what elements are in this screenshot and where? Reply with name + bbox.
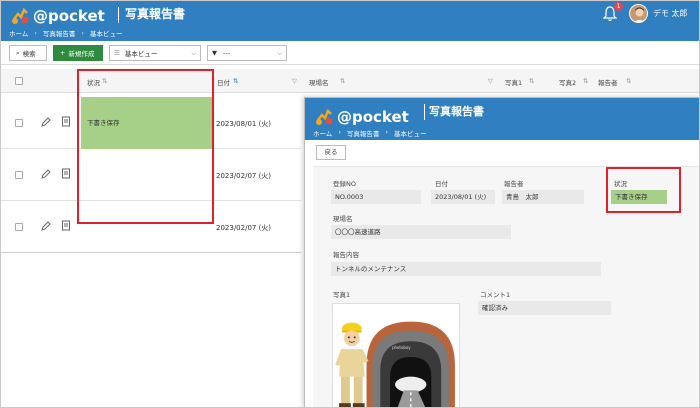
plus-icon: + xyxy=(60,49,66,57)
breadcrumb: ホーム › 写真報告書 › 基本ビュー xyxy=(9,28,123,38)
date-value: 2023/02/07 (火) xyxy=(216,172,272,180)
column-reporter[interactable]: 報告者 xyxy=(598,77,618,87)
new-record-button[interactable]: + 新規作成 xyxy=(53,45,103,61)
avatar[interactable] xyxy=(629,4,648,23)
reg-no-label: 登録NO xyxy=(333,180,356,188)
tunnel-worker-illustration-icon: photoboy xyxy=(333,304,459,407)
photo-watermark: photoboy xyxy=(392,345,411,350)
column-photo1[interactable]: 写真1 xyxy=(505,77,522,87)
pencil-icon[interactable] xyxy=(41,168,51,179)
sort-icon[interactable]: ⇅ xyxy=(340,77,345,85)
notification-badge: 1 xyxy=(614,2,623,11)
screenshot-frame: @pocket 写真報告書 ホーム › 写真報告書 › 基本ビュー 1 デモ 太… xyxy=(0,0,700,408)
date-label: 日付 xyxy=(435,180,448,188)
pocket-logo-icon xyxy=(316,108,333,125)
column-date[interactable]: 日付 xyxy=(217,77,230,87)
breadcrumb-separator-icon: › xyxy=(338,128,341,136)
detail-header: @pocket 写真報告書 ホーム › 写真報告書 › 基本ビュー xyxy=(305,98,699,140)
breadcrumb-view: 基本ビュー xyxy=(394,130,427,138)
search-button[interactable]: ⌕ 検索 xyxy=(9,45,47,61)
breadcrumb-view: 基本ビュー xyxy=(90,30,123,38)
document-icon[interactable] xyxy=(61,116,71,127)
row-checkbox[interactable] xyxy=(15,171,23,179)
reporter-label: 報告者 xyxy=(504,180,524,188)
photo1-image[interactable]: photoboy xyxy=(332,303,460,407)
app-header: @pocket 写真報告書 ホーム › 写真報告書 › 基本ビュー 1 デモ 太… xyxy=(1,1,699,41)
status-column-highlight xyxy=(77,69,214,224)
back-button[interactable]: 戻る xyxy=(316,145,346,160)
list-icon: ☰ xyxy=(114,49,120,57)
detail-window: @pocket 写真報告書 ホーム › 写真報告書 › 基本ビュー 戻る 登録N… xyxy=(304,97,699,407)
filter-select[interactable]: ▼ --- ⌵ xyxy=(207,45,287,61)
breadcrumb-separator-icon: › xyxy=(81,29,85,37)
content-value: トンネルのメンテナンス xyxy=(331,262,601,276)
app-logo[interactable]: @pocket xyxy=(313,106,409,128)
pencil-icon[interactable] xyxy=(41,116,51,127)
breadcrumb-app[interactable]: 写真報告書 xyxy=(347,128,380,138)
comment1-value: 確認済み xyxy=(478,301,611,315)
site-label: 現場名 xyxy=(333,215,353,223)
logo-text: @pocket xyxy=(337,108,409,126)
header-divider xyxy=(118,7,119,23)
photo1-label: 写真1 xyxy=(333,291,351,299)
column-photo2[interactable]: 写真2 xyxy=(559,77,576,87)
sort-icon[interactable]: ⇅ xyxy=(583,77,588,85)
date-value: 2023/08/01 (火) xyxy=(216,120,272,128)
list-empty-area xyxy=(1,254,304,407)
sort-icon[interactable]: ⇅ xyxy=(529,77,534,85)
status-field-highlight xyxy=(606,167,681,213)
row-checkbox[interactable] xyxy=(15,119,23,127)
app-logo[interactable]: @pocket xyxy=(9,5,105,27)
page-title: 写真報告書 xyxy=(429,105,484,118)
breadcrumb-separator-icon: › xyxy=(385,128,389,136)
new-record-label: 新規作成 xyxy=(68,50,95,58)
reporter-value: 青島 太郎 xyxy=(502,190,584,204)
document-icon[interactable] xyxy=(61,220,71,231)
user-photo-icon xyxy=(630,5,647,22)
breadcrumb-app[interactable]: 写真報告書 xyxy=(43,28,76,38)
breadcrumb-home[interactable]: ホーム xyxy=(313,128,332,138)
content-label: 報告内容 xyxy=(333,251,359,259)
filter-icon: ▼ xyxy=(212,49,217,57)
header-divider xyxy=(424,104,425,120)
sort-icon[interactable]: ⇅ xyxy=(626,77,631,85)
view-select[interactable]: ☰ 基本ビュー ⌵ xyxy=(109,45,201,61)
user-name[interactable]: デモ 太郎 xyxy=(653,8,688,19)
view-select-value: 基本ビュー xyxy=(124,50,158,58)
column-site[interactable]: 現場名 xyxy=(309,77,329,87)
chevron-down-icon: ⌵ xyxy=(277,50,282,57)
select-all-checkbox[interactable] xyxy=(15,77,23,85)
comment1-label: コメント1 xyxy=(480,291,511,299)
filter-select-value: --- xyxy=(223,49,231,57)
toolbar: ⌕ 検索 + 新規作成 ☰ 基本ビュー ⌵ ▼ --- ⌵ xyxy=(1,41,699,65)
reg-no-value: NO.0003 xyxy=(331,190,421,204)
date-value: 2023/02/07 (火) xyxy=(216,224,272,232)
filter-icon[interactable]: ▽ xyxy=(292,77,297,85)
search-button-label: 検索 xyxy=(22,50,36,58)
document-icon[interactable] xyxy=(61,168,71,179)
pocket-logo-icon xyxy=(12,7,29,24)
date-value: 2023/08/01 (火) xyxy=(431,190,495,204)
row-checkbox[interactable] xyxy=(15,223,23,231)
sort-icon[interactable]: ⇅ xyxy=(233,77,238,85)
breadcrumb: ホーム › 写真報告書 › 基本ビュー xyxy=(313,128,427,138)
filter-icon[interactable]: ▽ xyxy=(488,77,493,85)
page-title: 写真報告書 xyxy=(125,7,186,21)
site-value: 〇〇〇高速道路 xyxy=(331,225,511,239)
breadcrumb-home[interactable]: ホーム xyxy=(9,28,28,38)
breadcrumb-separator-icon: › xyxy=(34,29,37,37)
pencil-icon[interactable] xyxy=(41,220,51,231)
logo-text: @pocket xyxy=(33,7,105,25)
chevron-down-icon: ⌵ xyxy=(191,50,196,57)
search-icon: ⌕ xyxy=(16,48,20,57)
